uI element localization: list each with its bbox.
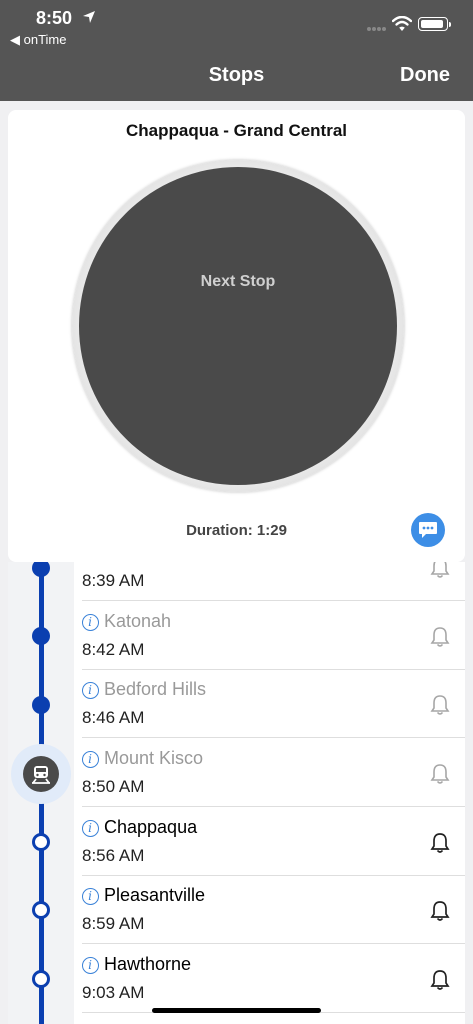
- stop-name: Hawthorne: [104, 954, 192, 974]
- home-indicator: [152, 1008, 321, 1013]
- stop-list[interactable]: 8:39 AM i Katonah 8:42 AM i Bedford Hill…: [8, 562, 465, 1024]
- stop-time: 8:42 AM: [82, 640, 145, 659]
- stop-marker-passed: [32, 696, 50, 714]
- stop-time: 8:50 AM: [82, 777, 145, 796]
- bell-icon[interactable]: [430, 969, 450, 991]
- route-title: Chappaqua - Grand Central: [125, 121, 348, 140]
- stop-row[interactable]: 8:39 AM: [82, 562, 465, 601]
- navigation-bar: 8:50 ◀ onTime Stops Done: [0, 0, 473, 101]
- next-stop-label: Next Stop: [200, 273, 276, 290]
- bell-icon[interactable]: [430, 900, 450, 922]
- back-to-app-link[interactable]: ◀ onTime: [10, 32, 66, 48]
- stop-row[interactable]: i Chappaqua 8:56 AM: [82, 808, 465, 876]
- info-icon[interactable]: i: [82, 614, 99, 631]
- info-icon[interactable]: i: [82, 682, 99, 699]
- stop-marker-upcoming: [32, 833, 50, 851]
- stop-time: 8:39 AM: [82, 571, 145, 590]
- trip-card: Chappaqua - Grand Central Next Stop Dura…: [8, 110, 465, 562]
- info-icon[interactable]: i: [82, 888, 99, 905]
- current-position-marker: [11, 744, 71, 804]
- stop-time: 8:59 AM: [82, 914, 145, 933]
- bell-icon[interactable]: [430, 832, 450, 854]
- stop-marker-upcoming: [32, 901, 50, 919]
- stop-marker-passed: [32, 562, 50, 577]
- stop-row[interactable]: i Mount Kisco 8:50 AM: [82, 739, 465, 807]
- stop-time: 9:03 AM: [82, 983, 145, 1002]
- chat-button[interactable]: [411, 513, 445, 547]
- stop-time: 8:46 AM: [82, 708, 145, 727]
- status-time: 8:50: [36, 8, 73, 28]
- stop-name: Pleasantville: [104, 885, 206, 905]
- train-icon: [23, 756, 59, 792]
- stop-marker-passed: [32, 627, 50, 645]
- signal-icon: [367, 27, 386, 31]
- stop-marker-upcoming: [32, 970, 50, 988]
- bell-icon[interactable]: [430, 763, 450, 785]
- bell-icon[interactable]: [430, 694, 450, 716]
- location-arrow-icon: [83, 11, 95, 23]
- wifi-icon: [392, 16, 412, 31]
- info-icon[interactable]: i: [82, 751, 99, 768]
- chat-icon: [419, 522, 437, 538]
- stop-row[interactable]: i Katonah 8:42 AM: [82, 602, 465, 670]
- stop-name: Chappaqua: [104, 817, 198, 837]
- bell-icon[interactable]: [430, 626, 450, 648]
- stop-name: Bedford Hills: [104, 679, 207, 699]
- next-stop-button[interactable]: Next Stop: [79, 167, 397, 485]
- stop-row[interactable]: i Hawthorne 9:03 AM: [82, 945, 465, 1013]
- bell-icon[interactable]: [430, 562, 450, 579]
- info-icon[interactable]: i: [82, 957, 99, 974]
- route-track: [8, 562, 74, 1024]
- stop-row[interactable]: i Pleasantville 8:59 AM: [82, 876, 465, 944]
- done-button[interactable]: Done: [400, 64, 450, 87]
- stop-name: Katonah: [104, 611, 172, 631]
- stop-row[interactable]: i Bedford Hills 8:46 AM: [82, 670, 465, 738]
- trip-duration: Duration: 1:29: [186, 522, 287, 539]
- info-icon[interactable]: i: [82, 820, 99, 837]
- stop-time: 8:56 AM: [82, 846, 145, 865]
- battery-icon: [418, 17, 451, 31]
- stop-name: Mount Kisco: [104, 748, 204, 768]
